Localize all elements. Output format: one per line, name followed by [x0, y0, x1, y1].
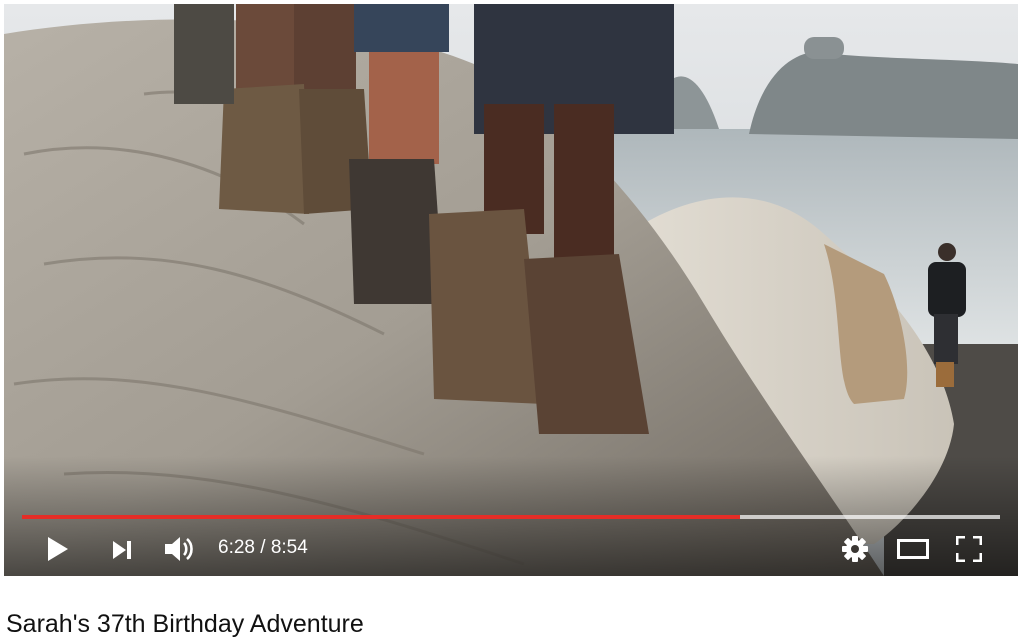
play-icon [48, 537, 68, 561]
progress-played [22, 515, 740, 519]
next-icon [113, 541, 131, 559]
progress-bar[interactable] [22, 515, 1000, 519]
time-display: 6:28 / 8:54 [218, 537, 308, 558]
fullscreen-button[interactable] [954, 534, 984, 564]
fullscreen-icon [956, 536, 982, 562]
next-button[interactable] [108, 536, 136, 564]
gear-icon [842, 536, 868, 562]
play-button[interactable] [42, 534, 72, 564]
video-player[interactable]: 6:28 / 8:54 [4, 4, 1018, 576]
theater-mode-icon [897, 539, 929, 559]
volume-icon [165, 537, 193, 561]
theater-mode-button[interactable] [896, 536, 930, 562]
control-bar: 6:28 / 8:54 [4, 520, 1018, 576]
video-title: Sarah's 37th Birthday Adventure [6, 610, 364, 638]
settings-button[interactable] [840, 534, 870, 564]
volume-button[interactable] [162, 532, 196, 566]
